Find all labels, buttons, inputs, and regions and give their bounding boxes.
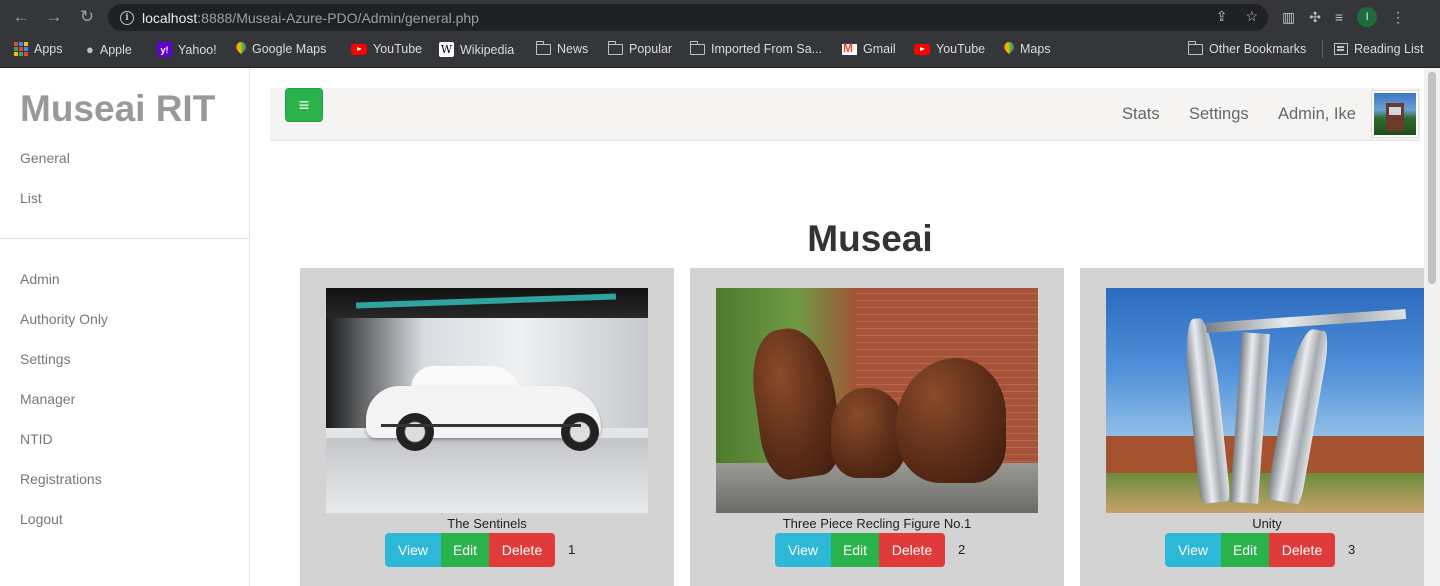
brand-title[interactable]: Museai RIT: [20, 88, 215, 130]
sidebar-item-settings[interactable]: Settings: [20, 351, 71, 367]
back-arrow-icon[interactable]: ←: [10, 6, 32, 28]
browser-toolbar: ← → ↻ i localhost:8888/Museai-Azure-PDO/…: [0, 0, 1440, 35]
hamburger-icon: ≡: [298, 94, 310, 115]
artwork-number: 3: [1348, 542, 1356, 557]
sidebar-divider: [0, 238, 250, 239]
reading-list-icon: [1334, 43, 1348, 55]
card-actions: View Edit Delete: [385, 533, 555, 567]
sidebar-item-logout[interactable]: Logout: [20, 511, 63, 527]
media-queue-icon[interactable]: ≡: [1335, 9, 1343, 25]
artwork-number: 2: [958, 542, 966, 557]
view-button[interactable]: View: [1165, 533, 1221, 567]
sidebar-item-admin[interactable]: Admin: [20, 271, 60, 287]
share-icon[interactable]: ⇪: [1216, 8, 1228, 25]
artwork-image: [716, 288, 1038, 513]
sidebar-item-general[interactable]: General: [20, 150, 70, 166]
bookmark-apple[interactable]: ● Apple: [86, 42, 132, 57]
view-button[interactable]: View: [385, 533, 441, 567]
page-title: Museai: [807, 218, 933, 259]
edit-button[interactable]: Edit: [831, 533, 879, 567]
extensions-puzzle-icon[interactable]: ✣: [1309, 9, 1321, 26]
bookmark-yahoo[interactable]: y! Yahoo!: [157, 42, 217, 57]
bookmark-google-maps[interactable]: Google Maps: [236, 42, 326, 56]
sidebar-item-list[interactable]: List: [20, 190, 42, 206]
bookmark-news[interactable]: News: [535, 40, 588, 56]
bookmark-apps[interactable]: Apps: [14, 42, 63, 56]
scrollbar-thumb[interactable]: [1428, 72, 1436, 284]
artwork-image: [1106, 288, 1424, 513]
nav-link-stats[interactable]: Stats: [1122, 105, 1160, 124]
folder-icon: [607, 40, 623, 55]
profile-avatar[interactable]: I: [1357, 7, 1378, 27]
menu-toggle-button[interactable]: ≡: [285, 88, 323, 122]
sidebar-item-ntid[interactable]: NTID: [20, 431, 53, 447]
delete-button[interactable]: Delete: [879, 533, 945, 567]
delete-button[interactable]: Delete: [1269, 533, 1335, 567]
yahoo-icon: y!: [157, 42, 172, 57]
bookmark-star-icon[interactable]: ☆: [1245, 8, 1258, 25]
bookmark-popular[interactable]: Popular: [607, 40, 672, 56]
bookmark-gmail[interactable]: Gmail: [842, 41, 896, 56]
view-button[interactable]: View: [775, 533, 831, 567]
maps-pin-icon: [1004, 42, 1014, 56]
nav-link-settings[interactable]: Settings: [1189, 105, 1249, 124]
address-bar[interactable]: i localhost:8888/Museai-Azure-PDO/Admin/…: [108, 4, 1268, 31]
edit-button[interactable]: Edit: [1221, 533, 1269, 567]
site-info-icon[interactable]: i: [120, 10, 134, 25]
delete-button[interactable]: Delete: [489, 533, 555, 567]
bookmark-other[interactable]: Other Bookmarks: [1187, 40, 1306, 56]
bookmark-wikipedia[interactable]: W Wikipedia: [439, 42, 514, 57]
forward-arrow-icon[interactable]: →: [43, 6, 65, 28]
youtube-icon: [351, 43, 367, 55]
artwork-image: [326, 288, 648, 513]
artwork-title: The Sentinels: [447, 516, 527, 531]
youtube-icon: [914, 43, 930, 55]
bookmark-youtube[interactable]: YouTube: [351, 42, 422, 56]
apple-icon: ●: [86, 42, 94, 57]
card-actions: View Edit Delete: [775, 533, 945, 567]
bookmarks-divider: [1322, 40, 1323, 58]
sidebar-item-manager[interactable]: Manager: [20, 391, 75, 407]
bookmark-maps[interactable]: Maps: [1004, 42, 1051, 56]
art-card: The Sentinels View Edit Delete 1: [300, 268, 674, 586]
gmail-icon: [842, 41, 857, 55]
bookmark-youtube-2[interactable]: YouTube: [914, 42, 985, 56]
sidebar-item-registrations[interactable]: Registrations: [20, 471, 102, 487]
artwork-title: Unity: [1252, 516, 1282, 531]
nav-link-user[interactable]: Admin, Ike: [1278, 105, 1356, 124]
folder-icon: [535, 40, 551, 55]
bookmark-imported[interactable]: Imported From Sa...: [689, 40, 822, 56]
google-maps-icon: [236, 42, 246, 56]
wikipedia-icon: W: [439, 42, 454, 57]
sidebar-item-authority-only[interactable]: Authority Only: [20, 311, 108, 327]
folder-icon: [1187, 40, 1203, 55]
artwork-title: Three Piece Recling Figure No.1: [782, 516, 972, 531]
reload-icon[interactable]: ↻: [76, 6, 98, 28]
sidebar-panel-icon[interactable]: ▥: [1282, 9, 1295, 26]
folder-icon: [689, 40, 705, 55]
art-card: Three Piece Recling Figure No.1 View Edi…: [690, 268, 1064, 586]
sidebar: Museai RIT General List Admin Authority …: [0, 68, 250, 586]
top-navbar: ≡ Stats Settings Admin, Ike: [270, 88, 1420, 141]
card-actions: View Edit Delete: [1165, 533, 1335, 567]
kebab-menu-icon[interactable]: ⋮: [1391, 9, 1405, 26]
artwork-number: 1: [568, 542, 576, 557]
user-avatar[interactable]: [1371, 90, 1419, 138]
page-scrollbar[interactable]: [1424, 68, 1440, 586]
page-content: Museai RIT General List Admin Authority …: [0, 68, 1440, 586]
bookmarks-bar: Apps ● Apple y! Yahoo! Google Maps YouTube…: [0, 35, 1440, 68]
edit-button[interactable]: Edit: [441, 533, 489, 567]
apps-grid-icon: [14, 42, 28, 56]
url-text[interactable]: localhost:8888/Museai-Azure-PDO/Admin/ge…: [142, 10, 479, 26]
art-card: Unity View Edit Delete 3: [1080, 268, 1424, 586]
bookmark-reading-list[interactable]: Reading List: [1334, 42, 1424, 56]
